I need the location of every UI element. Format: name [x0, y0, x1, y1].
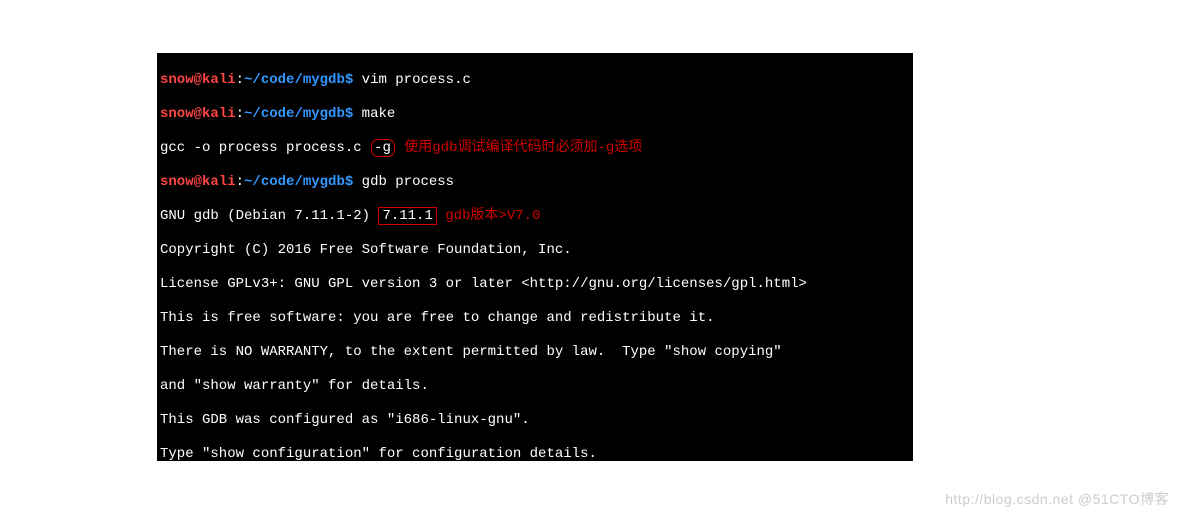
body-line: Copyright (C) 2016 Free Software Foundat…: [160, 242, 910, 259]
line-gnu: GNU gdb (Debian 7.11.1-2) 7.11.1 gdb版本>V…: [160, 208, 910, 225]
gdb-version-box: 7.11.1: [378, 207, 436, 225]
terminal-window[interactable]: snow@kali:~/code/mygdb$ vim process.c sn…: [157, 53, 913, 461]
annotation-flag: 使用gdb调试编译代码时必须加-g选项: [396, 140, 642, 156]
body-line: License GPLv3+: GNU GPL version 3 or lat…: [160, 276, 910, 293]
cmd-make: make: [353, 106, 395, 122]
prompt-path: ~/code/mygdb: [244, 72, 345, 88]
annotation-version: gdb版本>V7.0: [437, 208, 541, 224]
gcc-flag-box: -g: [371, 139, 395, 157]
body-line: Type "show configuration" for configurat…: [160, 446, 910, 461]
body-line: This is free software: you are free to c…: [160, 310, 910, 327]
prompt-user: snow: [160, 72, 194, 88]
watermark-text: http://blog.csdn.net @51CTO博客: [945, 491, 1169, 508]
body-line: There is NO WARRANTY, to the extent perm…: [160, 344, 910, 361]
cmd-vim: vim process.c: [353, 72, 471, 88]
line-gdb: snow@kali:~/code/mygdb$ gdb process: [160, 174, 910, 191]
body-line: and "show warranty" for details.: [160, 378, 910, 395]
line-make: snow@kali:~/code/mygdb$ make: [160, 106, 910, 123]
prompt-host: kali: [202, 72, 236, 88]
line-gcc: gcc -o process process.c -g 使用gdb调试编译代码时…: [160, 140, 910, 157]
line-vim: snow@kali:~/code/mygdb$ vim process.c: [160, 72, 910, 89]
body-line: This GDB was configured as "i686-linux-g…: [160, 412, 910, 429]
cmd-gdb: gdb process: [353, 174, 454, 190]
